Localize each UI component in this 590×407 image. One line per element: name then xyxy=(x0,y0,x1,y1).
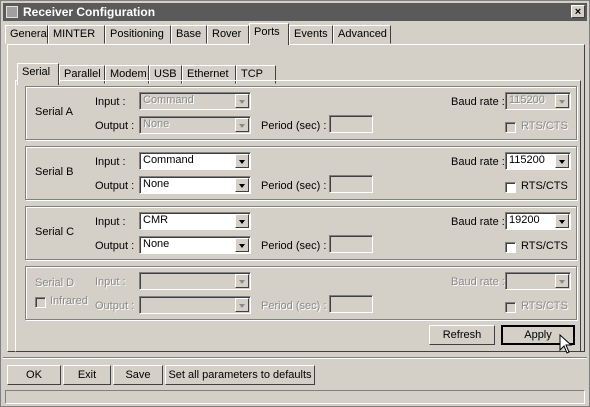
serial-d-baud-label: Baud rate : xyxy=(451,276,505,288)
receiver-configuration-window: Receiver Configuration × General MINTER … xyxy=(0,0,590,407)
chevron-down-icon[interactable] xyxy=(235,274,249,288)
serial-b-input-select[interactable]: Command xyxy=(139,152,251,170)
title-bar: Receiver Configuration × xyxy=(3,3,587,21)
serial-b-rtscts-label: RTS/CTS xyxy=(521,180,568,192)
serial-b-baud-select[interactable]: 115200 xyxy=(505,152,571,170)
serial-c-period-input[interactable] xyxy=(329,235,373,253)
serial-a-baud-select[interactable]: 115200 xyxy=(505,92,571,110)
chevron-down-icon[interactable] xyxy=(235,94,249,108)
serial-c-input-label: Input : xyxy=(95,216,126,228)
tab-serial[interactable]: Serial xyxy=(17,63,59,85)
serial-c-baud-value: 19200 xyxy=(509,214,540,226)
serial-d-period-input[interactable] xyxy=(329,295,373,313)
serial-c-rtscts-checkbox[interactable] xyxy=(505,242,516,253)
chevron-down-icon[interactable] xyxy=(555,94,569,108)
serial-b-baud-value: 115200 xyxy=(509,154,545,166)
app-icon xyxy=(6,6,18,18)
serial-b-input-label: Input : xyxy=(95,156,126,168)
chevron-down-icon[interactable] xyxy=(555,274,569,288)
chevron-down-icon[interactable] xyxy=(235,154,249,168)
chevron-down-icon[interactable] xyxy=(555,154,569,168)
tab-general[interactable]: General xyxy=(5,25,49,44)
mouse-pointer-icon xyxy=(559,334,573,354)
serial-c-label: Serial C xyxy=(35,226,75,238)
serial-a-output-label: Output : xyxy=(95,120,135,132)
serial-c-period-label: Period (sec) : xyxy=(261,240,327,252)
serial-c-rtscts-label: RTS/CTS xyxy=(521,240,568,252)
serial-c-input-value: CMR xyxy=(143,214,169,226)
chevron-down-icon[interactable] xyxy=(235,238,249,252)
serial-d-output-select[interactable] xyxy=(139,296,251,314)
serial-b-output-value: None xyxy=(143,178,170,190)
tab-minter[interactable]: MINTER xyxy=(48,25,105,44)
serial-c-output-value: None xyxy=(143,238,170,250)
serial-b-rtscts-checkbox[interactable] xyxy=(505,182,516,193)
serial-c-output-label: Output : xyxy=(95,240,135,252)
serial-d-period-label: Period (sec) : xyxy=(261,300,327,312)
chevron-down-icon[interactable] xyxy=(235,178,249,192)
serial-d-rtscts-label: RTS/CTS xyxy=(521,300,568,312)
serial-d-label: Serial D xyxy=(35,277,75,289)
serial-c-input-select[interactable]: CMR xyxy=(139,212,251,230)
serial-b-input-value: Command xyxy=(143,154,194,166)
serial-a-input-value: Command xyxy=(143,94,194,106)
set-defaults-button[interactable]: Set all parameters to defaults xyxy=(165,365,315,385)
serial-d-output-label: Output : xyxy=(95,300,135,312)
serial-a-baud-value: 115200 xyxy=(509,94,545,106)
serial-d-baud-select[interactable] xyxy=(505,272,571,290)
chevron-down-icon[interactable] xyxy=(235,298,249,312)
serial-d-rtscts-checkbox[interactable] xyxy=(505,302,516,313)
status-bar xyxy=(5,390,585,404)
serial-a-rtscts-label: RTS/CTS xyxy=(521,120,568,132)
chevron-down-icon[interactable] xyxy=(555,214,569,228)
serial-b-period-input[interactable] xyxy=(329,175,373,193)
close-icon[interactable]: × xyxy=(571,5,585,18)
tab-rover[interactable]: Rover xyxy=(207,25,249,44)
serial-a-label: Serial A xyxy=(35,106,73,118)
serial-c-output-select[interactable]: None xyxy=(139,236,251,254)
serial-d-input-select[interactable] xyxy=(139,272,251,290)
tab-advanced[interactable]: Advanced xyxy=(333,25,391,44)
separator xyxy=(3,357,587,358)
tab-base[interactable]: Base xyxy=(171,25,207,44)
save-button[interactable]: Save xyxy=(113,365,163,385)
serial-a-period-label: Period (sec) : xyxy=(261,120,327,132)
serial-a-output-select[interactable]: None xyxy=(139,116,251,134)
serial-b-baud-label: Baud rate : xyxy=(451,156,505,168)
serial-a-baud-label: Baud rate : xyxy=(451,96,505,108)
serial-b-period-label: Period (sec) : xyxy=(261,180,327,192)
serial-a-rtscts-checkbox[interactable] xyxy=(505,122,516,133)
serial-d-input-label: Input : xyxy=(95,276,126,288)
serial-c-baud-select[interactable]: 19200 xyxy=(505,212,571,230)
serial-b-label: Serial B xyxy=(35,166,74,178)
serial-d-infrared-label: Infrared xyxy=(50,295,88,307)
serial-a-input-select[interactable]: Command xyxy=(139,92,251,110)
serial-d-infrared-checkbox[interactable] xyxy=(35,297,46,308)
serial-b-output-label: Output : xyxy=(95,180,135,192)
refresh-button[interactable]: Refresh xyxy=(429,325,495,345)
serial-a-input-label: Input : xyxy=(95,96,126,108)
chevron-down-icon[interactable] xyxy=(235,214,249,228)
serial-a-output-value: None xyxy=(143,118,170,130)
ok-button[interactable]: OK xyxy=(7,365,61,385)
serial-a-period-input[interactable] xyxy=(329,115,373,133)
tab-events[interactable]: Events xyxy=(289,25,333,44)
serial-c-baud-label: Baud rate : xyxy=(451,216,505,228)
tab-positioning[interactable]: Positioning xyxy=(105,25,171,44)
exit-button[interactable]: Exit xyxy=(63,365,111,385)
tab-ports[interactable]: Ports xyxy=(249,23,289,45)
chevron-down-icon[interactable] xyxy=(235,118,249,132)
window-title: Receiver Configuration xyxy=(23,5,156,19)
serial-b-output-select[interactable]: None xyxy=(139,176,251,194)
